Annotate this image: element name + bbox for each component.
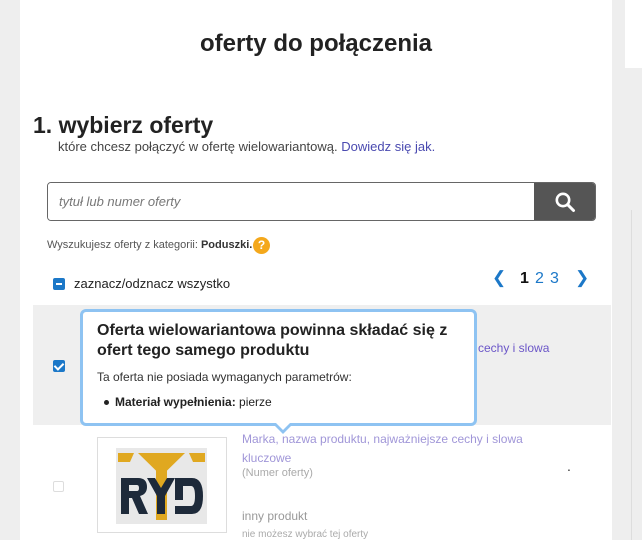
page-1-link[interactable]: 1	[520, 270, 529, 288]
page-3-link[interactable]: 3	[550, 270, 559, 288]
step-subtitle: które chcesz połączyć w ofertę wielowari…	[58, 139, 435, 154]
question-icon[interactable]: ?	[253, 237, 270, 254]
search-input[interactable]	[48, 183, 534, 220]
offer-number: (Numer oferty)	[242, 467, 313, 479]
page-title: oferty do połączenia	[199, 30, 433, 57]
tooltip-param-value: pierze	[239, 395, 272, 409]
offer-checkbox-checked[interactable]	[53, 360, 65, 372]
rys-logo	[116, 448, 207, 524]
decorative-dot: .	[567, 458, 571, 474]
rys-logo-graphic	[116, 448, 207, 524]
tooltip-param-name: Materiał wypełnienia:	[115, 395, 236, 409]
search-box	[47, 182, 596, 221]
category-name: Poduszki.	[200, 239, 253, 251]
tooltip-title: Oferta wielowariantowa powinna składać s…	[97, 322, 448, 359]
step-subtitle-text: które chcesz połączyć w ofertę wielowari…	[58, 139, 338, 154]
step-title: 1. wybierz oferty	[33, 112, 214, 138]
chevron-left-icon[interactable]: ❮	[492, 268, 506, 288]
offer-status: inny produkt	[242, 509, 308, 523]
page-2-link[interactable]: 2	[535, 270, 544, 288]
side-divider	[631, 210, 632, 540]
select-all-checkbox[interactable]	[53, 278, 65, 290]
select-all-label[interactable]: zaznacz/odznacz wszystko	[74, 276, 230, 291]
search-icon	[555, 192, 575, 212]
tooltip-parameter: Materiał wypełnienia: pierze	[104, 395, 272, 409]
category-info: Wyszukujesz oferty z kategorii: Poduszki…	[47, 239, 252, 251]
tooltip-arrow-inner	[275, 422, 291, 430]
offer-title-partial[interactable]: cechy i slowa	[478, 341, 549, 355]
side-card	[625, 0, 642, 68]
tooltip: Oferta wielowariantowa powinna składać s…	[80, 309, 477, 426]
chevron-right-icon[interactable]: ❯	[575, 268, 589, 288]
tooltip-text: Ta oferta nie posiada wymaganych paramet…	[97, 370, 352, 384]
offer-checkbox-disabled	[53, 481, 64, 492]
learn-how-link[interactable]: Dowiedz się jak.	[341, 139, 435, 154]
category-prefix: Wyszukujesz oferty z kategorii:	[47, 239, 198, 251]
offer-note: nie możesz wybrać tej oferty	[242, 529, 369, 540]
search-button[interactable]	[534, 183, 595, 220]
offer-title: Marka, nazwa produktu, najważniejsze cec…	[242, 432, 523, 465]
